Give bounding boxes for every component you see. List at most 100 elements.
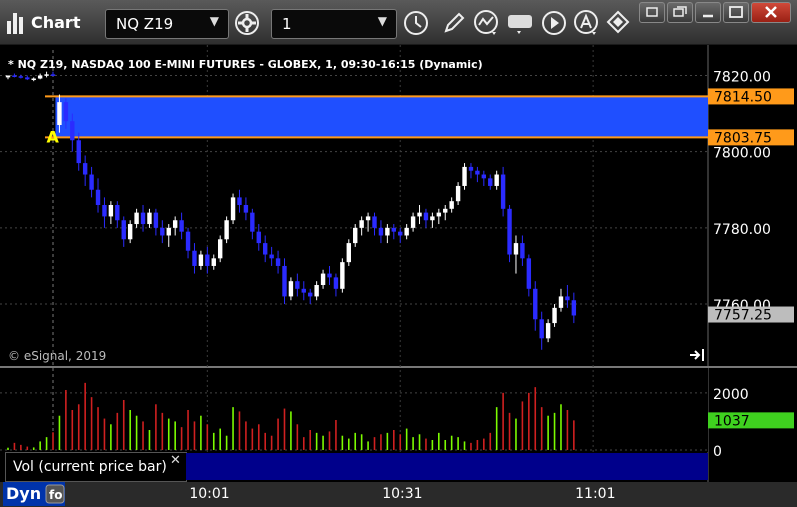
candle-body[interactable] xyxy=(89,174,94,190)
candle-body[interactable] xyxy=(256,231,261,244)
study-legend[interactable]: Vol (current price bar) xyxy=(5,452,187,482)
candle-body[interactable] xyxy=(237,197,242,205)
candle-body[interactable] xyxy=(391,227,396,232)
candle-body[interactable] xyxy=(353,227,358,244)
close-icon[interactable]: ✕ xyxy=(170,453,181,468)
candle-body[interactable] xyxy=(545,323,551,339)
arrows-icon[interactable] xyxy=(604,9,632,37)
candle-body[interactable] xyxy=(378,227,384,236)
candle-body[interactable] xyxy=(263,243,268,255)
candle-body[interactable] xyxy=(423,212,429,221)
candle-body[interactable] xyxy=(385,227,390,236)
candle-body[interactable] xyxy=(346,243,351,263)
candle-body[interactable] xyxy=(198,254,204,266)
candle-body[interactable] xyxy=(320,273,326,285)
candle-body[interactable] xyxy=(140,212,146,225)
candle-body[interactable] xyxy=(275,258,281,266)
candle-body[interactable] xyxy=(327,273,332,278)
candle-body[interactable] xyxy=(513,243,519,255)
candle-body[interactable] xyxy=(288,281,294,297)
candle-body[interactable] xyxy=(18,76,24,78)
candle-body[interactable] xyxy=(217,239,223,259)
candle-body[interactable] xyxy=(153,212,159,228)
candle-body[interactable] xyxy=(359,220,364,228)
candle-body[interactable] xyxy=(488,178,493,186)
candle-body[interactable] xyxy=(108,205,114,217)
candle-body[interactable] xyxy=(475,170,480,175)
candle-body[interactable] xyxy=(494,174,499,186)
candle-body[interactable] xyxy=(31,78,36,81)
candle-body[interactable] xyxy=(95,189,101,205)
volume-pane[interactable] xyxy=(0,368,708,452)
dynamic-mode-button[interactable]: Dyn fo xyxy=(3,482,65,506)
candle-body[interactable] xyxy=(462,166,467,186)
candle-body[interactable] xyxy=(372,216,377,228)
restore-button[interactable] xyxy=(667,2,693,23)
candle-body[interactable] xyxy=(507,208,512,255)
candle-body[interactable] xyxy=(185,231,191,251)
candle-body[interactable] xyxy=(127,224,133,240)
candle-body[interactable] xyxy=(314,285,319,297)
get-icon[interactable] xyxy=(506,9,534,37)
candle-body[interactable] xyxy=(436,212,442,217)
candle-body[interactable] xyxy=(147,212,152,225)
candle-body[interactable] xyxy=(102,205,107,217)
price-zone[interactable] xyxy=(55,96,708,138)
candle-body[interactable] xyxy=(449,201,454,209)
candle-body[interactable] xyxy=(134,212,139,225)
candle-body[interactable] xyxy=(192,250,197,266)
candle-body[interactable] xyxy=(443,208,448,213)
link-icon[interactable]: fo xyxy=(45,484,65,504)
candle-body[interactable] xyxy=(417,212,422,217)
candle-body[interactable] xyxy=(250,212,255,232)
maximize-button[interactable] xyxy=(723,2,749,23)
candle-body[interactable] xyxy=(500,174,506,209)
candle-body[interactable] xyxy=(282,265,287,297)
play-icon[interactable] xyxy=(540,9,568,37)
settings-icon[interactable] xyxy=(233,9,261,37)
minimize-button[interactable] xyxy=(695,2,721,23)
candle-body[interactable] xyxy=(398,231,403,236)
candle-body[interactable] xyxy=(301,288,306,293)
candle-body[interactable] xyxy=(410,216,416,228)
candle-body[interactable] xyxy=(5,75,11,78)
candle-body[interactable] xyxy=(211,258,216,266)
candle-body[interactable] xyxy=(63,102,69,122)
candle-body[interactable] xyxy=(333,277,339,289)
candle-body[interactable] xyxy=(455,185,461,202)
candle-body[interactable] xyxy=(25,77,30,80)
candle-body[interactable] xyxy=(205,254,210,266)
marker-a[interactable]: A xyxy=(46,128,59,147)
candle-body[interactable] xyxy=(50,74,56,76)
candle-body[interactable] xyxy=(558,296,564,308)
candle-body[interactable] xyxy=(37,75,43,79)
candle-body[interactable] xyxy=(12,75,17,77)
candle-body[interactable] xyxy=(340,262,345,289)
candle-body[interactable] xyxy=(552,307,557,324)
indicator-icon[interactable] xyxy=(472,9,500,37)
candle-body[interactable] xyxy=(520,243,525,259)
candle-body[interactable] xyxy=(70,121,75,141)
candle-body[interactable] xyxy=(121,220,126,240)
candle-body[interactable] xyxy=(571,300,577,316)
candle-body[interactable] xyxy=(230,197,236,221)
candle-body[interactable] xyxy=(115,205,120,221)
candle-body[interactable] xyxy=(365,216,371,221)
symbol-dropdown[interactable]: NQ Z19 ▼ xyxy=(105,9,229,39)
pencil-icon[interactable] xyxy=(440,9,468,37)
candle-body[interactable] xyxy=(468,166,474,171)
tile-button[interactable] xyxy=(639,2,665,23)
interval-dropdown[interactable]: 1 ▼ xyxy=(271,9,397,39)
candle-body[interactable] xyxy=(526,258,532,289)
clock-icon[interactable] xyxy=(402,9,430,37)
candle-body[interactable] xyxy=(243,205,249,213)
candle-body[interactable] xyxy=(76,140,81,164)
candle-body[interactable] xyxy=(82,163,88,175)
candle-body[interactable] xyxy=(57,102,62,125)
candle-body[interactable] xyxy=(481,174,487,179)
candle-body[interactable] xyxy=(295,281,300,289)
candle-body[interactable] xyxy=(430,216,435,221)
candle-body[interactable] xyxy=(172,220,178,228)
a-circle-icon[interactable] xyxy=(572,9,600,37)
candle-body[interactable] xyxy=(160,227,165,236)
